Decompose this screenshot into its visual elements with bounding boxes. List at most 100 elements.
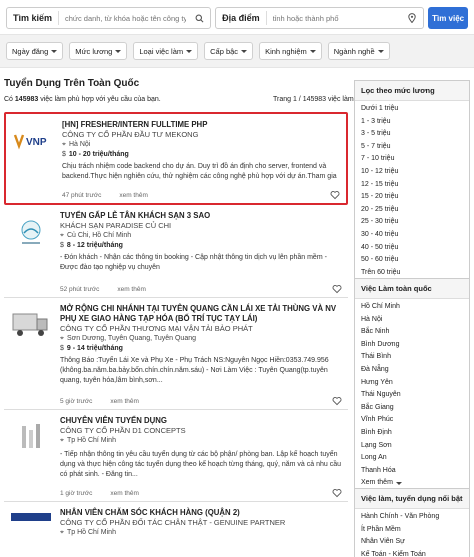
location-input[interactable] (266, 13, 406, 23)
job-meta: 47 phút trước xem thêm (62, 192, 148, 199)
location-pin-icon: ⌖ (60, 437, 64, 444)
location-option[interactable]: Thái Bình (361, 351, 463, 364)
company-name[interactable]: CÔNG TY CỔ PHẦN THƯƠNG MẠI VẬN TẢI BẢO P… (60, 324, 342, 334)
location-option[interactable]: Thanh Hóa (361, 465, 463, 478)
location-option[interactable]: Đà Nẵng (361, 364, 463, 377)
money-icon: $ (60, 345, 64, 352)
featured-item[interactable]: Hành Chính - Văn Phòng (361, 511, 463, 524)
chevron-down-icon (309, 49, 316, 53)
filter-bar: Ngày đăng Mức lương Loại việc làm Cấp bậ… (0, 34, 474, 68)
salary-option[interactable]: 40 - 50 triệu (361, 242, 463, 255)
salary-option[interactable]: 3 - 5 triệu (361, 128, 463, 141)
job-meta: 5 giờ trước xem thêm (60, 398, 139, 405)
salary-option[interactable]: 1 - 3 triệu (361, 116, 463, 129)
salary-text: 10 - 20 triệu/tháng (68, 151, 129, 158)
salary-option[interactable]: 25 - 30 triệu (361, 216, 463, 229)
keyword-input[interactable] (59, 13, 193, 23)
keyword-search-box[interactable]: Tìm kiếm (6, 7, 212, 29)
posted-time: 5 giờ trước (60, 398, 93, 405)
location-pin-icon: ⌖ (60, 529, 64, 536)
featured-item[interactable]: Kế Toán - Kiểm Toán (361, 549, 463, 557)
salary-option[interactable]: 10 - 12 triệu (361, 166, 463, 179)
filter-level[interactable]: Cấp bậc (204, 42, 254, 60)
salary-text: 9 - 14 triệu/tháng (66, 345, 123, 352)
see-more-link[interactable]: xem thêm (110, 398, 139, 405)
search-button[interactable]: Tìm việc (428, 7, 468, 29)
filter-salary[interactable]: Mức lương (69, 42, 128, 60)
job-salary: $10 - 20 triệu/tháng (62, 150, 340, 160)
salary-option[interactable]: 5 - 7 triệu (361, 141, 463, 154)
company-name[interactable]: KHÁCH SẠN PARADISE CỦ CHI (60, 221, 342, 231)
location-option[interactable]: Bắc Ninh (361, 326, 463, 339)
salary-option[interactable]: 15 - 20 triệu (361, 191, 463, 204)
see-more-link[interactable]: xem thêm (117, 286, 146, 293)
location-option[interactable]: Bắc Giang (361, 402, 463, 415)
job-title[interactable]: CHUYÊN VIÊN TUYỂN DỤNG (60, 416, 342, 426)
company-logo (10, 215, 52, 249)
filter-experience[interactable]: Kinh nghiệm (259, 42, 322, 60)
search-icon[interactable] (192, 11, 206, 25)
job-title[interactable]: MỞ RỘNG CHI NHÁNH TẠI TUYÊN QUANG CẦN LÁ… (60, 304, 342, 324)
featured-item[interactable]: Ít Phần Mềm (361, 524, 463, 537)
chevron-down-icon (186, 49, 193, 53)
see-more-link[interactable]: xem thêm (119, 192, 148, 199)
posted-time: 47 phút trước (62, 192, 102, 199)
location-option[interactable]: Thái Nguyên (361, 389, 463, 402)
pagination-info: Trang 1 / 145983 việc làm (273, 96, 354, 103)
location-pin-icon: ⌖ (60, 232, 64, 239)
location-pin-icon[interactable] (405, 11, 419, 25)
job-location: ⌖ Sơn Dương, Tuyên Quang, Tuyên Quang (60, 334, 342, 344)
filter-job-type[interactable]: Loại việc làm (133, 42, 199, 60)
location-pin-icon: ⌖ (62, 141, 66, 148)
location-option[interactable]: Bình Định (361, 427, 463, 440)
job-card[interactable]: MỞ RỘNG CHI NHÁNH TẠI TUYÊN QUANG CẦN LÁ… (4, 298, 348, 410)
heart-icon[interactable] (332, 396, 342, 406)
salary-option[interactable]: Dưới 1 triệu (361, 103, 463, 116)
location-filter-panel: Việc Làm toàn quốc Hồ Chí Minh Hà Nội Bắ… (354, 278, 470, 493)
featured-item[interactable]: Nhân Viên Sự (361, 536, 463, 549)
salary-option[interactable]: 50 - 60 triệu (361, 254, 463, 267)
job-card[interactable]: CHUYÊN VIÊN TUYỂN DỤNG CÔNG TY CỔ PHẦN D… (4, 410, 348, 502)
salary-option[interactable]: 30 - 40 triệu (361, 229, 463, 242)
chevron-down-icon (241, 49, 248, 53)
company-name[interactable]: CÔNG TY CỔ PHẦN ĐỐI TÁC CHÂN THẬT - GENU… (60, 518, 342, 528)
location-search-box[interactable]: Địa điểm (215, 7, 425, 29)
job-meta: 52 phút trước xem thêm (60, 286, 146, 293)
company-logo (10, 420, 52, 454)
job-location: ⌖ Tp Hồ Chí Minh (60, 528, 342, 538)
job-title[interactable]: NHÂN VIÊN CHĂM SÓC KHÁCH HÀNG (QUẬN 2) (60, 508, 342, 518)
filter-posted-date[interactable]: Ngày đăng (6, 42, 64, 60)
job-card[interactable]: TUYỂN GẤP LỄ TÂN KHÁCH SẠN 3 SAO KHÁCH S… (4, 205, 348, 298)
job-card[interactable]: NHÂN VIÊN CHĂM SÓC KHÁCH HÀNG (QUẬN 2) C… (4, 502, 348, 542)
salary-option[interactable]: 7 - 10 triệu (361, 153, 463, 166)
heart-icon[interactable] (332, 284, 342, 294)
location-option[interactable]: Hà Nội (361, 314, 463, 327)
heart-icon[interactable] (332, 488, 342, 498)
job-card[interactable]: VNP [HN] FRESHER/INTERN FULLTIME PHP CÔN… (4, 112, 348, 205)
filter-label: Mức lương (75, 46, 113, 56)
location-text: Tp Hồ Chí Minh (66, 529, 116, 536)
salary-option[interactable]: 20 - 25 triệu (361, 204, 463, 217)
job-location: ⌖ Tp Hồ Chí Minh (60, 436, 342, 446)
job-description: - Đón khách - Nhận các thông tin booking… (60, 254, 327, 271)
filter-label: Loại việc làm (139, 46, 184, 56)
salary-option[interactable]: 12 - 15 triệu (361, 179, 463, 192)
job-title[interactable]: [HN] FRESHER/INTERN FULLTIME PHP (62, 120, 340, 130)
results-total: 145983 (14, 96, 39, 103)
job-title[interactable]: TUYỂN GẤP LỄ TÂN KHÁCH SẠN 3 SAO (60, 211, 342, 221)
location-label: Địa điểm (216, 11, 267, 25)
heart-icon[interactable] (330, 190, 340, 200)
location-option[interactable]: Bình Dương (361, 339, 463, 352)
chevron-down-icon (115, 49, 122, 53)
location-option[interactable]: Vĩnh Phúc (361, 414, 463, 427)
location-option[interactable]: Hưng Yên (361, 377, 463, 390)
location-option[interactable]: Lạng Sơn (361, 440, 463, 453)
company-name[interactable]: CÔNG TY CỔ PHẦN D1 CONCEPTS (60, 426, 342, 436)
company-name[interactable]: CÔNG TY CỔ PHẦN ĐẦU TƯ MEKONG (62, 130, 340, 140)
chevron-down-icon (51, 49, 58, 53)
location-option[interactable]: Long An (361, 452, 463, 465)
job-description: Thông Báo :Tuyển Lái Xe và Phụ Xe - Phụ … (60, 357, 329, 384)
location-option[interactable]: Hồ Chí Minh (361, 301, 463, 314)
filter-industry[interactable]: Ngành nghề (327, 42, 390, 60)
see-more-link[interactable]: xem thêm (110, 490, 139, 497)
